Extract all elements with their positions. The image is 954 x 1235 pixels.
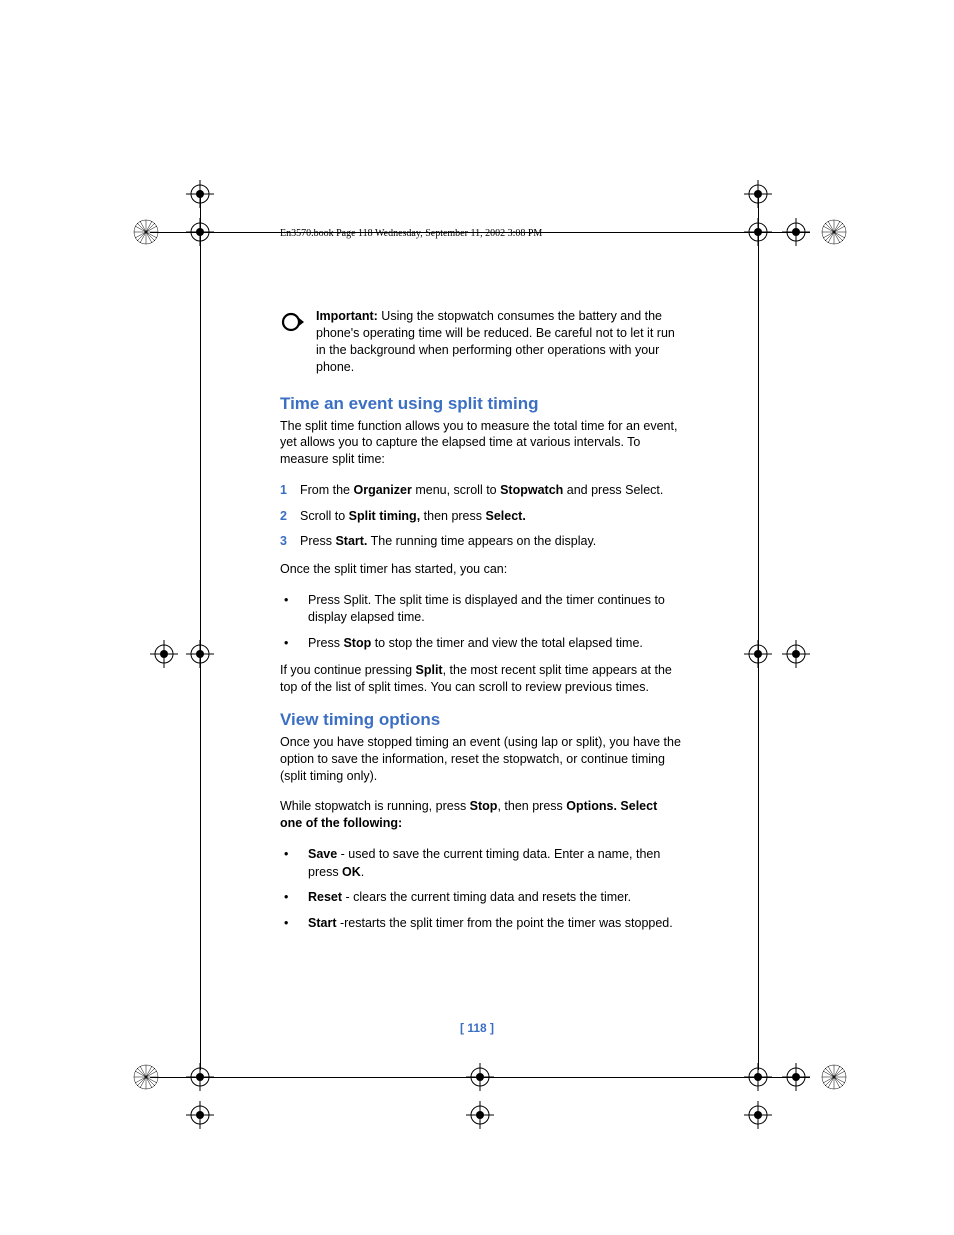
bullet-list: • Press Split. The split time is display…: [280, 592, 682, 653]
step-text: Scroll to Split timing, then press Selec…: [300, 508, 682, 526]
section1-intro: The split time function allows you to me…: [280, 418, 682, 469]
options-list: • Save - used to save the current timing…: [280, 846, 682, 932]
registration-mark-icon: [150, 640, 178, 668]
bullet-item: • Start -restarts the split timer from t…: [280, 915, 682, 933]
bullet-item: • Press Split. The split time is display…: [280, 592, 682, 627]
step-item: 2 Scroll to Split timing, then press Sel…: [280, 508, 682, 526]
crop-line: [200, 190, 201, 1070]
section-heading-split-timing: Time an event using split timing: [280, 394, 682, 414]
bullet-item: • Press Stop to stop the timer and view …: [280, 635, 682, 653]
section1-aftersteps: Once the split timer has started, you ca…: [280, 561, 682, 578]
registration-mark-icon: [186, 180, 214, 208]
registration-hatch-icon: [132, 218, 160, 246]
important-label: Important:: [316, 309, 378, 323]
important-note: Important: Using the stopwatch consumes …: [280, 308, 682, 376]
bullet-icon: •: [280, 635, 308, 653]
step-item: 3 Press Start. The running time appears …: [280, 533, 682, 551]
section-heading-view-options: View timing options: [280, 710, 682, 730]
bullet-text: Start -restarts the split timer from the…: [308, 915, 682, 933]
registration-mark-icon: [186, 1101, 214, 1129]
registration-mark-icon: [466, 1101, 494, 1129]
registration-mark-icon: [782, 640, 810, 668]
step-text: From the Organizer menu, scroll to Stopw…: [300, 482, 682, 500]
bullet-text: Save - used to save the current timing d…: [308, 846, 682, 881]
document-page: En3570.book Page 118 Wednesday, Septembe…: [0, 0, 954, 1235]
step-item: 1 From the Organizer menu, scroll to Sto…: [280, 482, 682, 500]
bullet-text: Press Split. The split time is displayed…: [308, 592, 682, 627]
crop-line: [150, 232, 810, 233]
bullet-text: Press Stop to stop the timer and view th…: [308, 635, 682, 653]
bullet-item: • Save - used to save the current timing…: [280, 846, 682, 881]
bullet-icon: •: [280, 915, 308, 933]
registration-mark-icon: [744, 218, 772, 246]
bullet-icon: •: [280, 846, 308, 881]
registration-mark-icon: [186, 1063, 214, 1091]
registration-mark-icon: [744, 180, 772, 208]
registration-mark-icon: [186, 218, 214, 246]
step-number: 3: [280, 533, 300, 551]
registration-mark-icon: [744, 1063, 772, 1091]
crop-line: [758, 190, 759, 1070]
bullet-item: • Reset - clears the current timing data…: [280, 889, 682, 907]
registration-mark-icon: [782, 1063, 810, 1091]
bullet-icon: •: [280, 592, 308, 627]
bullet-icon: •: [280, 889, 308, 907]
page-number: [ 118 ]: [0, 1021, 954, 1035]
bullet-text: Reset - clears the current timing data a…: [308, 889, 682, 907]
page-content: Important: Using the stopwatch consumes …: [280, 308, 682, 942]
registration-hatch-icon: [820, 218, 848, 246]
page-header: En3570.book Page 118 Wednesday, Septembe…: [280, 228, 542, 239]
section2-intro: Once you have stopped timing an event (u…: [280, 734, 682, 785]
important-text: Important: Using the stopwatch consumes …: [310, 308, 682, 376]
registration-mark-icon: [744, 1101, 772, 1129]
step-number: 1: [280, 482, 300, 500]
steps-list: 1 From the Organizer menu, scroll to Sto…: [280, 482, 682, 551]
section1-outro: If you continue pressing Split, the most…: [280, 662, 682, 696]
section2-para2: While stopwatch is running, press Stop, …: [280, 798, 682, 832]
registration-mark-icon: [186, 640, 214, 668]
registration-hatch-icon: [132, 1063, 160, 1091]
registration-mark-icon: [466, 1063, 494, 1091]
step-number: 2: [280, 508, 300, 526]
registration-hatch-icon: [820, 1063, 848, 1091]
registration-mark-icon: [782, 218, 810, 246]
step-text: Press Start. The running time appears on…: [300, 533, 682, 551]
registration-mark-icon: [744, 640, 772, 668]
important-icon: [280, 308, 310, 376]
